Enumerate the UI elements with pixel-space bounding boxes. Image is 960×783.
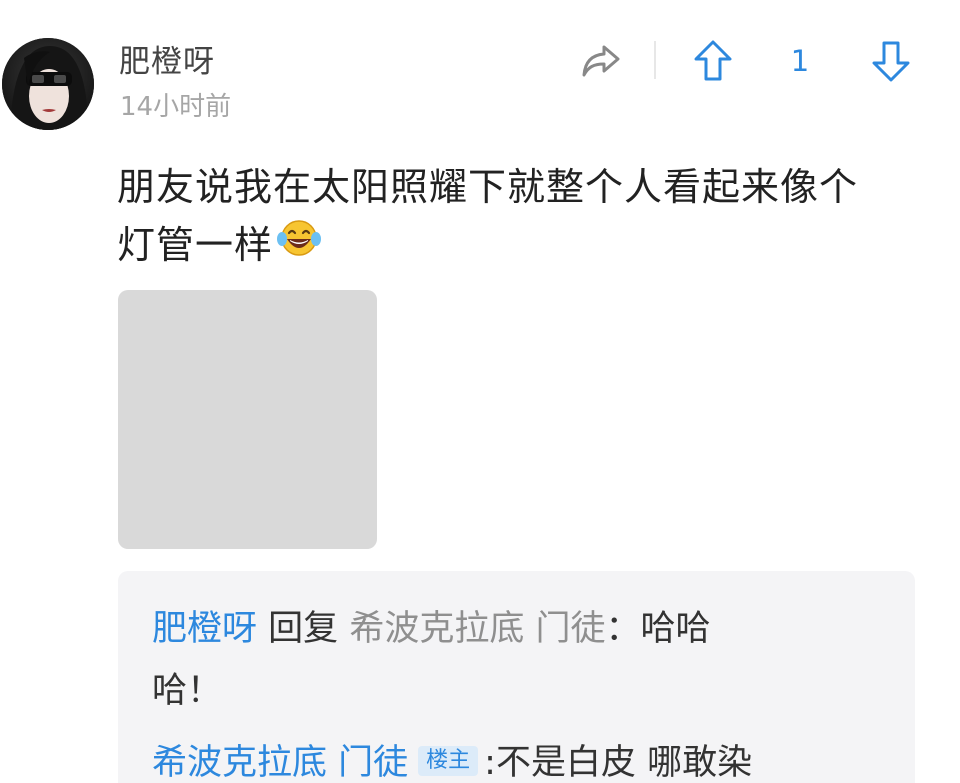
arrow-up-icon xyxy=(694,40,732,81)
avatar[interactable] xyxy=(2,38,94,130)
share-button[interactable] xyxy=(576,38,626,84)
reply-author[interactable]: 肥橙呀 xyxy=(152,609,257,649)
action-divider xyxy=(654,41,656,79)
share-icon xyxy=(582,45,620,77)
reply-separator: : xyxy=(484,743,496,783)
upvote-button[interactable] xyxy=(688,36,738,86)
reply-author[interactable]: 希波克拉底 门徒 xyxy=(152,743,408,783)
reply-separator: ： xyxy=(605,609,641,649)
post-text-segment: 灯管一样 xyxy=(117,223,274,267)
post-author-name[interactable]: 肥橙呀 xyxy=(119,42,215,82)
vote-count: 1 xyxy=(790,44,810,78)
comment-card: 肥橙呀 14小时前 1 朋友说我在太阳照耀下就整个人看起来像个 灯管一样 肥橙呀… xyxy=(0,0,960,783)
post-body: 朋友说我在太阳照耀下就整个人看起来像个 灯管一样 xyxy=(117,158,927,274)
arrow-down-icon xyxy=(872,41,910,82)
post-text-line: 灯管一样 xyxy=(117,216,927,274)
downvote-button[interactable] xyxy=(866,36,916,86)
reply-thread: 肥橙呀 回复 希波克拉底 门徒：哈哈 哈！ 希波克拉底 门徒 楼主:不是白皮 哪敢… xyxy=(118,571,915,783)
reply-action: 回复 xyxy=(268,609,339,649)
reply-text: 哈哈 xyxy=(640,609,711,649)
post-timestamp: 14小时前 xyxy=(120,92,232,122)
op-badge: 楼主 xyxy=(418,746,479,776)
post-text-line: 朋友说我在太阳照耀下就整个人看起来像个 xyxy=(117,165,859,209)
post-image[interactable] xyxy=(118,290,377,549)
reply-item: 希波克拉底 门徒 楼主:不是白皮 哪敢染 xyxy=(152,735,752,783)
avatar-image xyxy=(2,38,94,130)
reply-text: 不是白皮 哪敢染 xyxy=(495,743,753,783)
tears-of-joy-emoji-icon xyxy=(275,215,323,273)
reply-item: 肥橙呀 回复 希波克拉底 门徒：哈哈 xyxy=(152,601,710,657)
reply-text-continuation: 哈！ xyxy=(152,671,223,711)
reply-target[interactable]: 希波克拉底 门徒 xyxy=(349,609,605,649)
